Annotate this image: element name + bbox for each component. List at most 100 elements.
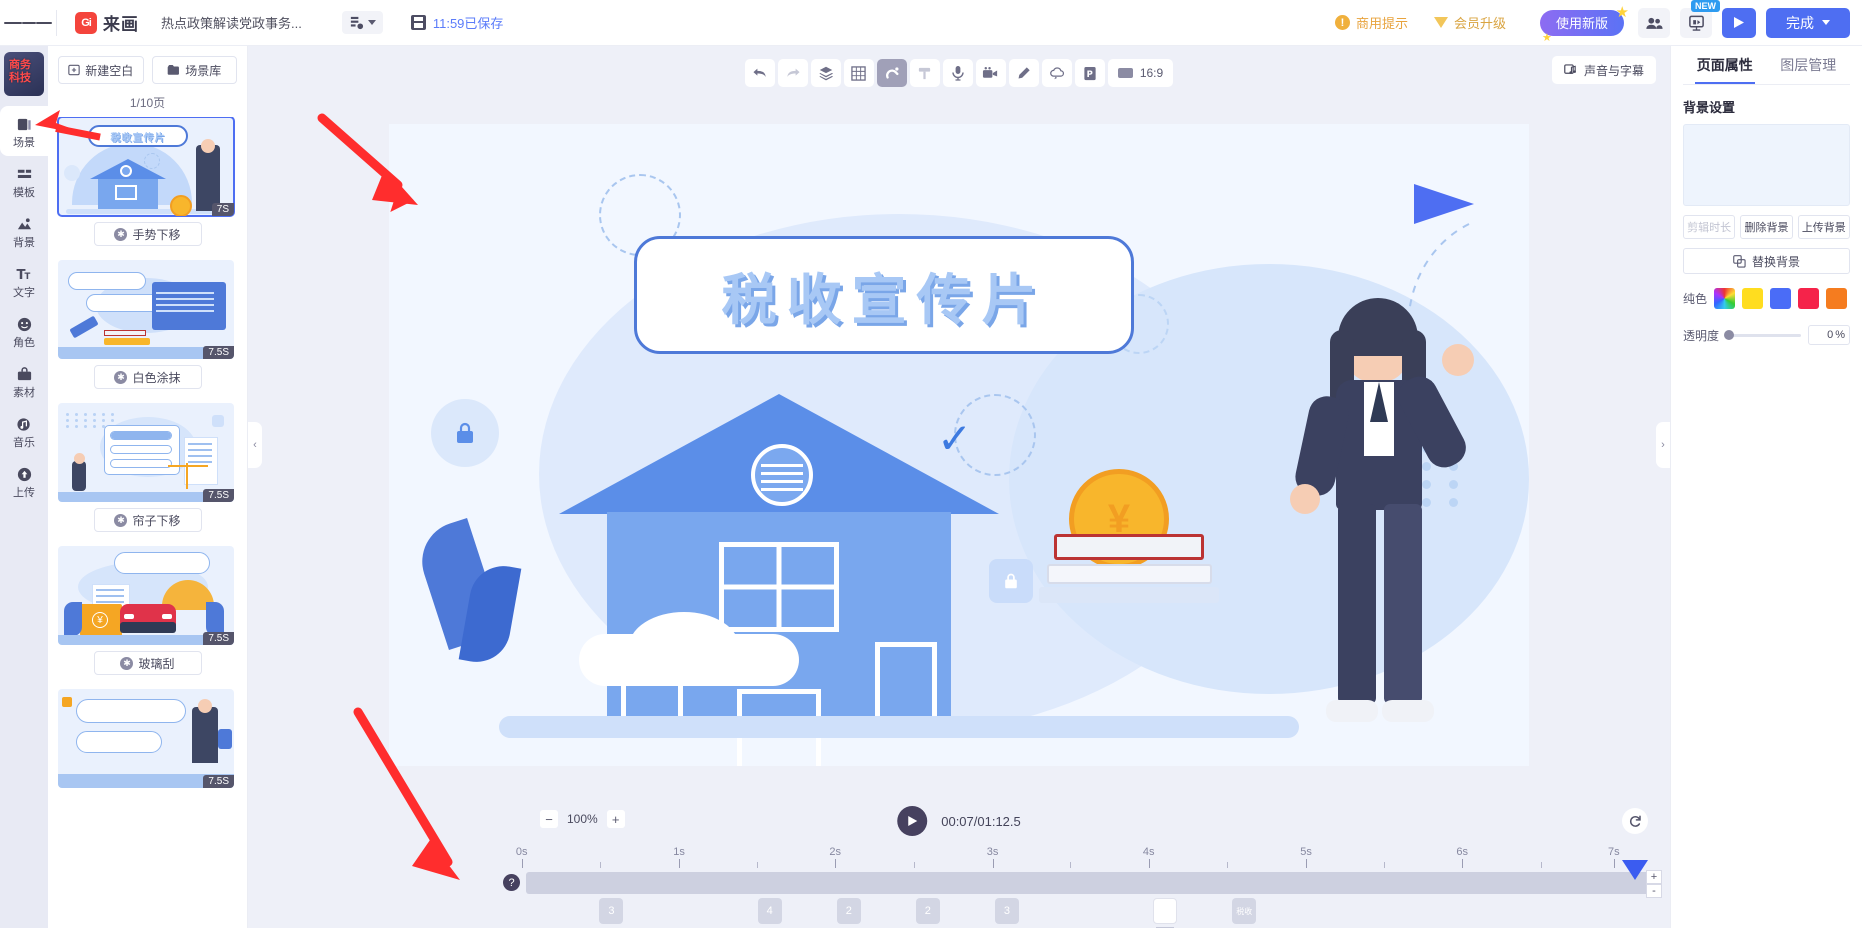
playhead-decrease-button[interactable]: - (1646, 884, 1662, 898)
color-swatch-yellow[interactable] (1742, 288, 1764, 309)
cloud-decor (629, 612, 739, 682)
sound-subtitle-button[interactable]: 声音与字幕 (1551, 56, 1656, 84)
loop-button[interactable] (1622, 808, 1648, 834)
sidebar-item-upload[interactable]: 上传 (0, 456, 48, 506)
new-blank-button[interactable]: 新建空白 (58, 56, 144, 84)
layers-button[interactable] (810, 59, 841, 87)
scene-thumbnail[interactable]: ¥ 7.5S (58, 546, 234, 645)
done-button[interactable]: 完成 (1766, 7, 1850, 38)
scene-card[interactable]: 税收宣传片 7S ✱ 手势下移 (57, 117, 237, 246)
magnet-button[interactable] (876, 59, 907, 87)
sidebar-item-character[interactable]: 角色 (0, 306, 48, 356)
grid-button[interactable] (843, 59, 874, 87)
music-icon (15, 415, 34, 434)
scene-actions: 新建空白 场景库 (48, 46, 247, 90)
scene-thumbnail[interactable]: 7.5S (58, 260, 234, 359)
playhead-increase-button[interactable]: + (1646, 870, 1662, 884)
aspect-ratio-button[interactable]: 16:9 (1107, 59, 1174, 87)
sidebar-item-scene[interactable]: 场景 (0, 106, 48, 156)
layer-chip[interactable]: 4 (757, 898, 782, 924)
scene-list[interactable]: 税收宣传片 7S ✱ 手势下移 7.5S ✱ 白色涂抹 7.5S ✱ 帘子下移 … (48, 117, 247, 928)
stage-title-card[interactable]: 税收宣传片 (634, 236, 1134, 354)
hamburger-icon[interactable] (0, 0, 56, 46)
scenes-panel: 新建空白 场景库 1/10页 税收宣传片 7S ✱ 手势下移 7.5S ✱ 白色… (48, 46, 248, 928)
scene-effect-button[interactable]: ✱ 手势下移 (93, 222, 202, 246)
ruler-label: 2s (829, 846, 841, 858)
canvas-stage[interactable]: 税收宣传片 ✓ ¥ (389, 124, 1529, 766)
collaborators-button[interactable] (1638, 7, 1670, 38)
timeline-help-button[interactable]: ? (503, 874, 520, 891)
preview-button[interactable] (1722, 7, 1756, 38)
clip-duration-button[interactable]: 剪辑时长 (1683, 215, 1736, 239)
timeline-play-button[interactable] (897, 806, 928, 836)
save-status-text: 11:59已保存 (432, 16, 504, 31)
scene-library-button[interactable]: 场景库 (151, 56, 237, 84)
color-swatch-orange[interactable] (1826, 288, 1848, 309)
collapse-left-button[interactable]: ‹ (248, 422, 262, 468)
zoom-in-button[interactable]: + (606, 810, 625, 828)
paper-plane-decor (1414, 184, 1474, 224)
color-swatch-blue[interactable] (1770, 288, 1792, 309)
layer-chip[interactable]: 税收 (1232, 898, 1257, 924)
layer-chip[interactable]: 2 (836, 898, 861, 924)
timeline-track[interactable] (526, 872, 1656, 894)
layer-chip[interactable]: 3 (994, 898, 1019, 924)
eraser-button[interactable] (909, 59, 940, 87)
help-glyph: ? (508, 876, 515, 889)
sidebar-item-material[interactable]: 素材 (0, 356, 48, 406)
project-thumbnail[interactable]: 商务 科技 (4, 52, 44, 96)
scene-thumbnail[interactable]: 7.5S (58, 403, 234, 502)
sidebar-item-music[interactable]: 音乐 (0, 406, 48, 456)
layer-chip[interactable]: 2 (915, 898, 940, 924)
stage-title-text: 税收宣传片 (721, 268, 1047, 332)
present-button[interactable]: NEW (1680, 0, 1720, 38)
cloud-button[interactable] (1041, 59, 1072, 87)
tab-layer-management[interactable]: 图层管理 (1767, 46, 1851, 84)
play-icon (1734, 17, 1744, 28)
books-decor (1039, 587, 1219, 603)
scene-effect-button[interactable]: ✱ 玻璃刮 (93, 651, 202, 675)
scene-thumbnail[interactable]: 7.5S (58, 689, 234, 788)
zoom-out-button[interactable]: − (540, 810, 558, 828)
background-preview[interactable] (1683, 124, 1850, 206)
record-audio-button[interactable] (942, 59, 973, 87)
sidebar-item-background[interactable]: 背景 (0, 206, 48, 256)
scene-card[interactable]: 7.5S ✱ 帘子下移 (58, 403, 237, 532)
scene-effect-label: 手势下移 (132, 227, 181, 242)
scene-thumbnail[interactable]: 税收宣传片 7S (57, 117, 235, 217)
sidebar-item-text[interactable]: TT 文字 (0, 256, 48, 306)
delete-background-button[interactable]: 删除背景 (1740, 215, 1793, 239)
document-title[interactable]: 热点政策解读党政事务... (161, 13, 302, 32)
color-swatch-red[interactable] (1798, 288, 1820, 309)
redo-button[interactable] (777, 59, 808, 87)
books-decor (1054, 534, 1204, 560)
record-video-button[interactable] (975, 59, 1006, 87)
sidebar-item-template[interactable]: 模板 (0, 156, 48, 206)
tab-page-properties[interactable]: 页面属性 (1683, 46, 1767, 84)
vip-upgrade-button[interactable]: 会员升级 (1433, 13, 1506, 32)
scene-card[interactable]: 7.5S (58, 689, 237, 788)
new-version-button[interactable]: ★ ★ 使用新版 (1539, 4, 1629, 44)
scene-card[interactable]: ¥ 7.5S ✱ 玻璃刮 (58, 546, 237, 675)
save-status[interactable]: 11:59已保存 (410, 13, 504, 32)
slider-knob[interactable] (1724, 330, 1735, 340)
layout-mode-button[interactable] (341, 11, 383, 34)
solid-color-row: 纯色 (1683, 288, 1850, 309)
color-swatch-rainbow[interactable] (1714, 288, 1736, 309)
upload-background-button[interactable]: 上传背景 (1797, 215, 1850, 239)
replace-background-button[interactable]: 替换背景 (1683, 248, 1850, 274)
undo-button[interactable] (744, 59, 775, 87)
brand-logo[interactable]: Gi 来画 (75, 10, 139, 35)
draw-button[interactable] (1008, 59, 1039, 87)
timeline-playhead[interactable] (1622, 860, 1648, 880)
collapse-right-button[interactable]: › (1656, 422, 1670, 468)
opacity-value-field[interactable]: 0 % (1808, 325, 1850, 345)
commercial-notice-button[interactable]: ! 商用提示 (1334, 13, 1408, 32)
opacity-slider[interactable] (1724, 330, 1801, 340)
scene-effect-button[interactable]: ✱ 帘子下移 (93, 508, 202, 532)
layer-chip[interactable] (1153, 898, 1178, 928)
layer-chip[interactable]: 3 (599, 898, 624, 924)
scene-card[interactable]: 7.5S ✱ 白色涂抹 (58, 260, 237, 389)
ppt-button[interactable]: P (1074, 59, 1105, 87)
scene-effect-button[interactable]: ✱ 白色涂抹 (93, 365, 202, 389)
